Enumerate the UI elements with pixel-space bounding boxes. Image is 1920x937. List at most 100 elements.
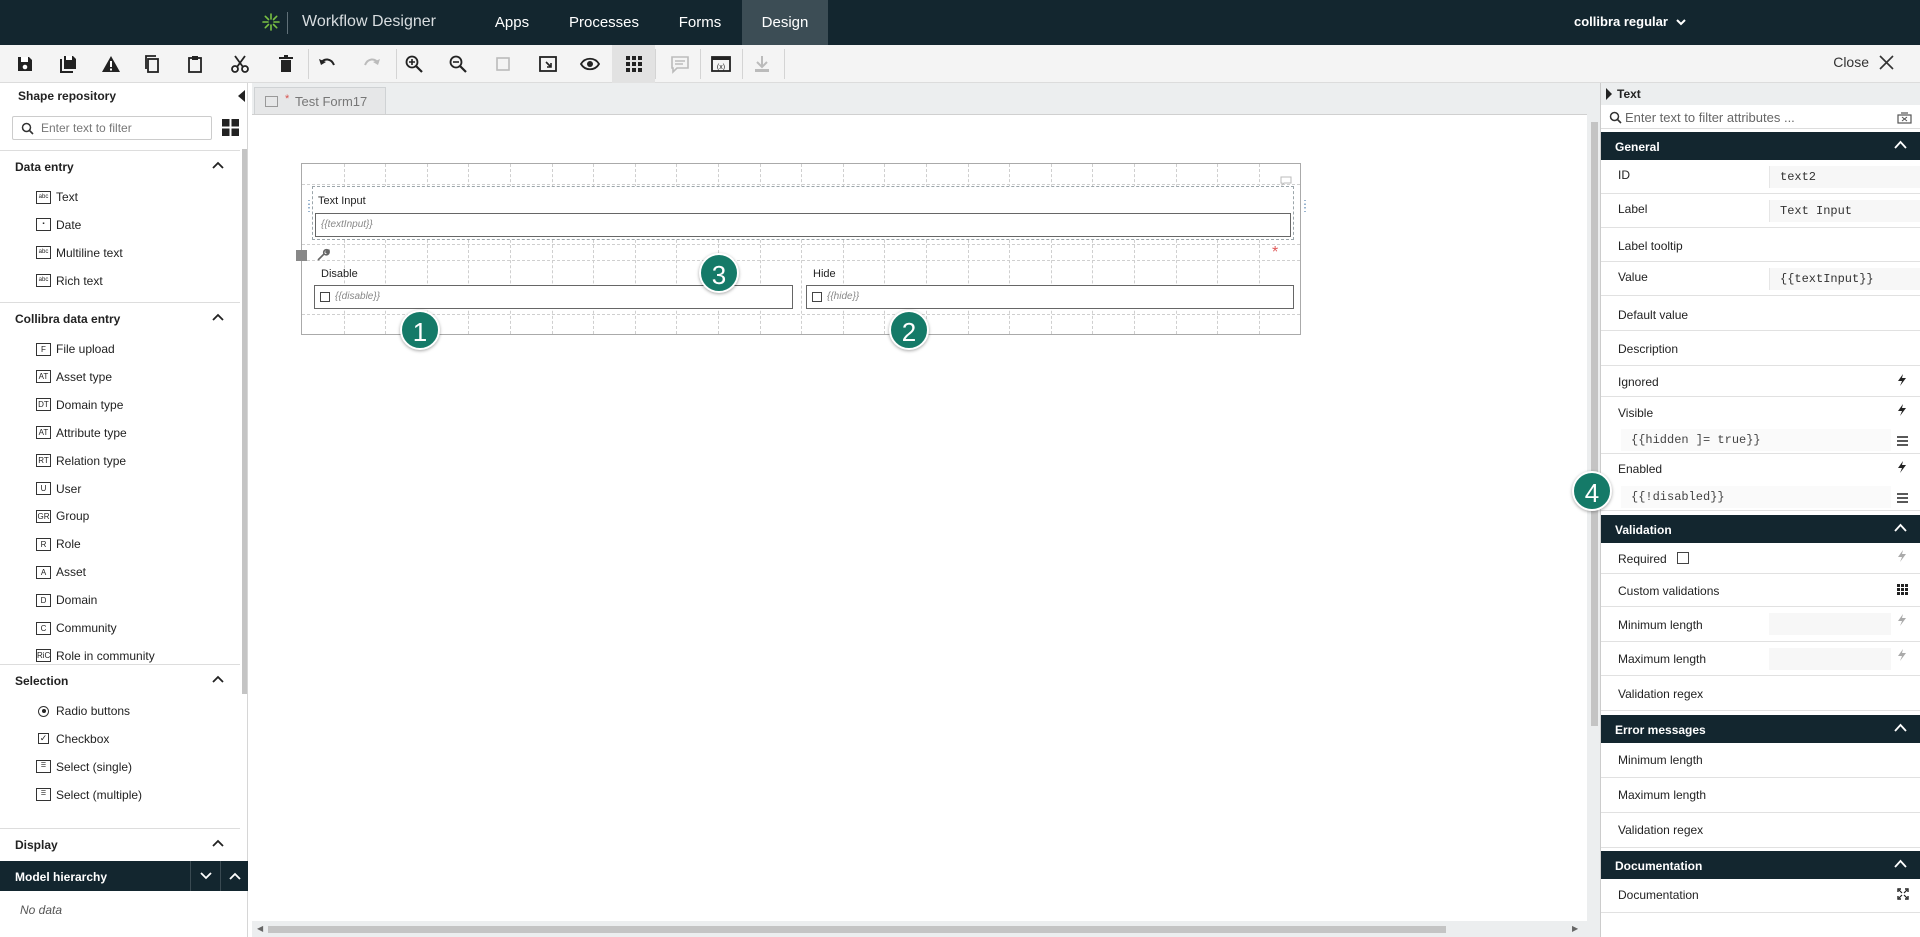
shape-item-user[interactable]: U User bbox=[36, 479, 81, 499]
section-header-data-entry[interactable]: Data entry bbox=[0, 150, 240, 180]
shape-item-domain[interactable]: D Domain bbox=[36, 590, 97, 610]
text-input-field[interactable]: ⋮ ⋮ ⋮ ⋮ Text Input {{textInput}} bbox=[304, 186, 1310, 240]
general-section-header[interactable]: General bbox=[1601, 132, 1920, 160]
menu-icon[interactable] bbox=[1897, 493, 1908, 503]
design-canvas[interactable]: ⋮ ⋮ ⋮ ⋮ Text Input {{textInput}} * Disable… bbox=[252, 114, 1587, 921]
shape-item-attribute-type[interactable]: AT Attribute type bbox=[36, 423, 127, 443]
editor-tab[interactable]: * Test Form17 bbox=[254, 87, 386, 114]
shape-item-domain-type[interactable]: DT Domain type bbox=[36, 395, 123, 415]
scrollbar-thumb[interactable] bbox=[1591, 122, 1598, 726]
nav-tab-apps[interactable]: Apps bbox=[480, 0, 544, 45]
user-menu[interactable]: collibra regular bbox=[1574, 14, 1686, 29]
shape-item-select-single[interactable]: ☰ Select (single) bbox=[36, 757, 132, 777]
fit-to-screen-button[interactable] bbox=[526, 45, 570, 83]
section-header-selection[interactable]: Selection bbox=[0, 664, 240, 694]
label-tooltip-row[interactable]: Label tooltip bbox=[1601, 228, 1920, 262]
save-all-button[interactable] bbox=[47, 45, 91, 83]
shape-item-role[interactable]: R Role bbox=[36, 534, 81, 554]
section-header-collibra-data-entry[interactable]: Collibra data entry bbox=[0, 302, 240, 332]
zoom-in-button[interactable] bbox=[392, 45, 436, 83]
hide-checkbox[interactable] bbox=[812, 292, 822, 302]
error-messages-section-header[interactable]: Error messages bbox=[1601, 715, 1920, 743]
copy-button[interactable] bbox=[130, 45, 174, 83]
max-length-input[interactable] bbox=[1769, 648, 1891, 670]
documentation-section-header[interactable]: Documentation bbox=[1601, 851, 1920, 879]
lightning-icon[interactable] bbox=[1897, 404, 1907, 416]
undo-button[interactable] bbox=[305, 45, 349, 83]
nav-tab-forms[interactable]: Forms bbox=[665, 0, 735, 45]
validate-button[interactable] bbox=[89, 45, 133, 83]
default-value-row[interactable]: Default value bbox=[1601, 296, 1920, 331]
ignored-row[interactable]: Ignored bbox=[1601, 366, 1920, 397]
custom-validations-row[interactable]: Custom validations bbox=[1601, 574, 1920, 607]
preview-button[interactable] bbox=[568, 45, 612, 83]
shape-item-community[interactable]: C Community bbox=[36, 618, 117, 638]
comment-button[interactable] bbox=[658, 45, 702, 83]
model-hierarchy-header[interactable]: Model hierarchy bbox=[0, 861, 248, 891]
attribute-filter-input[interactable] bbox=[1625, 110, 1885, 125]
collapse-button[interactable] bbox=[220, 861, 248, 891]
chevron-up-icon[interactable] bbox=[212, 675, 224, 683]
lightning-icon[interactable] bbox=[1897, 649, 1907, 661]
save-button[interactable] bbox=[3, 45, 47, 83]
min-length-input[interactable] bbox=[1769, 613, 1891, 635]
required-checkbox[interactable] bbox=[1677, 552, 1689, 564]
nav-tab-processes[interactable]: Processes bbox=[557, 0, 651, 45]
section-header-display[interactable]: Display bbox=[0, 828, 240, 858]
scrollbar-thumb[interactable] bbox=[268, 926, 1446, 933]
grid-view-icon[interactable] bbox=[222, 119, 239, 136]
drag-handle-left[interactable]: ⋮ ⋮ bbox=[304, 200, 314, 214]
scroll-left-arrow[interactable]: ◀ bbox=[257, 924, 263, 933]
lightning-icon[interactable] bbox=[1897, 461, 1907, 473]
comment-icon[interactable] bbox=[1280, 176, 1292, 186]
canvas-horizontal-scrollbar[interactable]: ◀ ▶ bbox=[252, 921, 1588, 937]
id-value[interactable]: text2 bbox=[1769, 166, 1920, 188]
shape-item-relation-type[interactable]: RT Relation type bbox=[36, 451, 126, 471]
value-value[interactable]: {{textInput}} bbox=[1769, 268, 1920, 290]
drag-handle-right[interactable]: ⋮ ⋮ bbox=[1300, 200, 1310, 214]
delete-button[interactable] bbox=[264, 45, 308, 83]
hide-checkbox-field[interactable]: {{hide}} bbox=[806, 285, 1294, 309]
shape-item-date[interactable]: ▪ Date bbox=[36, 215, 81, 235]
shape-item-rich-text[interactable]: abc Rich text bbox=[36, 271, 103, 291]
error-regex-row[interactable]: Validation regex bbox=[1601, 813, 1920, 848]
scroll-right-arrow[interactable]: ▶ bbox=[1572, 924, 1578, 933]
validation-section-header[interactable]: Validation bbox=[1601, 515, 1920, 543]
lightning-icon[interactable] bbox=[1897, 550, 1907, 562]
error-min-length-row[interactable]: Minimum length bbox=[1601, 743, 1920, 778]
nav-tab-design[interactable]: Design bbox=[742, 0, 828, 45]
redo-button[interactable] bbox=[350, 45, 394, 83]
grid-icon[interactable] bbox=[1897, 584, 1908, 595]
paste-button[interactable] bbox=[173, 45, 217, 83]
shape-item-group[interactable]: GR Group bbox=[36, 506, 89, 526]
disable-checkbox[interactable] bbox=[320, 292, 330, 302]
shape-item-asset-type[interactable]: AT Asset type bbox=[36, 367, 112, 387]
attribute-filter-field[interactable] bbox=[1601, 107, 1920, 129]
expand-icon[interactable] bbox=[1897, 888, 1909, 900]
variables-button[interactable]: (x) bbox=[699, 45, 743, 83]
shape-item-multiline-text[interactable]: abc Multiline text bbox=[36, 243, 123, 263]
documentation-row[interactable]: Documentation bbox=[1601, 879, 1920, 913]
move-handle[interactable] bbox=[296, 250, 307, 261]
shape-filter-input[interactable] bbox=[41, 121, 206, 135]
shape-item-file-upload[interactable]: F File upload bbox=[36, 339, 115, 359]
collapse-panel-icon[interactable] bbox=[238, 90, 245, 102]
visible-expression[interactable]: {{hidden ]= true}} bbox=[1621, 429, 1891, 451]
validation-regex-row[interactable]: Validation regex bbox=[1601, 676, 1920, 711]
form-container[interactable]: ⋮ ⋮ ⋮ ⋮ Text Input {{textInput}} * Disable… bbox=[296, 163, 1310, 335]
chevron-up-icon[interactable] bbox=[212, 313, 224, 321]
left-panel-scrollbar[interactable] bbox=[242, 149, 247, 694]
shape-item-role-in-community[interactable]: RiC Role in community bbox=[36, 646, 155, 666]
grid-toggle-button[interactable] bbox=[612, 45, 655, 83]
shape-item-asset[interactable]: A Asset bbox=[36, 562, 86, 582]
canvas-vertical-scrollbar[interactable] bbox=[1588, 114, 1600, 921]
shape-item-text[interactable]: abc Text bbox=[36, 187, 78, 207]
cut-button[interactable] bbox=[218, 45, 262, 83]
error-max-length-row[interactable]: Maximum length bbox=[1601, 778, 1920, 813]
clear-filter-icon[interactable] bbox=[1897, 112, 1912, 124]
shape-item-radio-buttons[interactable]: Radio buttons bbox=[36, 701, 130, 721]
text-input-box[interactable]: {{textInput}} bbox=[315, 213, 1291, 237]
lightning-icon[interactable] bbox=[1897, 614, 1907, 626]
download-button[interactable] bbox=[740, 45, 784, 83]
shape-item-select-multiple[interactable]: ☰ Select (multiple) bbox=[36, 785, 142, 805]
